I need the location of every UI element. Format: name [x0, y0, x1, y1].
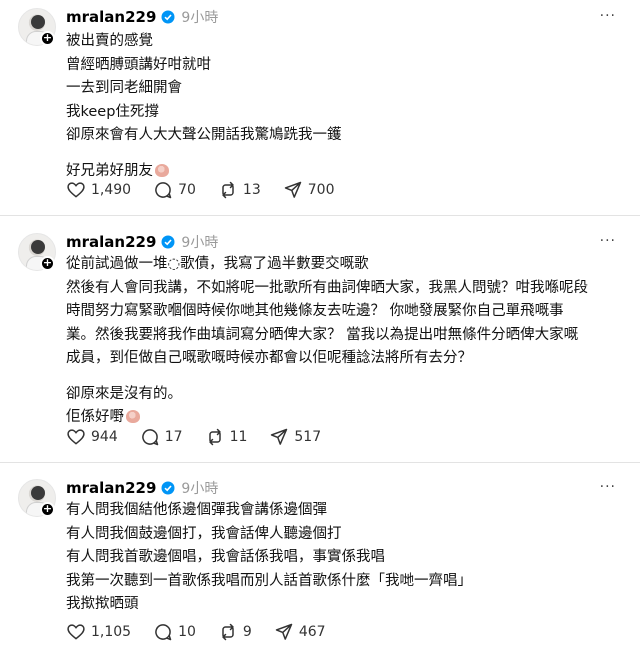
send-icon [271, 428, 288, 445]
post-line: 曾經晒膊頭講好咁就咁 [66, 56, 211, 73]
share-count: 700 [307, 182, 335, 198]
verified-icon [161, 235, 175, 249]
post-header: mralan229 9小時 [66, 232, 218, 252]
comment-count: 10 [178, 624, 196, 640]
username[interactable]: mralan229 [66, 233, 156, 251]
like-count: 1,105 [91, 624, 132, 640]
post-line: 我揿揿晒頭 [66, 596, 139, 612]
post-time: 9小時 [181, 235, 219, 251]
post-header: mralan229 9小時 [66, 478, 218, 498]
post-time: 9小時 [181, 10, 219, 26]
comment-button[interactable]: 17 [140, 427, 183, 447]
like-button[interactable]: 1,105 [66, 622, 131, 642]
username[interactable]: mralan229 [66, 8, 156, 26]
send-icon [275, 623, 293, 640]
share-count: 467 [298, 624, 326, 640]
post-line: 我keep住死撐 [66, 103, 159, 120]
post-text: 有人問我個結他係邊個彈我會講係邊個彈 有人問我個鼓邊個打，我會話俾人聽邊個打 有… [66, 499, 472, 617]
follow-plus-icon[interactable]: + [40, 31, 55, 46]
post-line: 業。然後我要將我作曲填詞寫分晒俾大家？ 當我以為提出咁無條件分晒俾大家嘅 [66, 326, 579, 343]
repost-icon [208, 428, 221, 446]
hands-emoji-icon [155, 163, 169, 177]
repost-icon [222, 181, 234, 199]
post-line: 好兄弟好朋友 [66, 162, 153, 179]
post-line: 有人問我首歌邊個唱，我會話係我唱，事實係我唱 [66, 549, 385, 565]
action-bar: 1,490 70 13 700 [66, 180, 356, 200]
more-icon[interactable]: ··· [600, 233, 616, 249]
repost-count: 11 [229, 429, 248, 445]
post: + mralan229 9小時 ··· 從前試過做一堆◌歌債，我寫了過半數要交嘅… [0, 216, 640, 462]
post: + mralan229 9小時 ··· 有人問我個結他係邊個彈我會講係邊個彈 有… [0, 463, 640, 652]
heart-icon [67, 624, 85, 640]
send-icon [284, 181, 301, 198]
post-line: 然後有人會同我講，不如將呢一批歌所有曲詞俾晒大家，我黑人問號？咁我喺呢段 [66, 279, 588, 296]
share-button[interactable]: 700 [283, 180, 335, 200]
like-button[interactable]: 1,490 [66, 180, 131, 200]
post-line: 有人問我個結他係邊個彈我會講係邊個彈 [66, 502, 327, 518]
comment-button[interactable]: 70 [153, 180, 196, 200]
post-text: 被出賣的感覺 曾經晒膊頭講好咁就咁 一去到同老細開會 我keep住死撐 卻原來會… [66, 30, 342, 183]
share-count: 517 [294, 429, 322, 445]
action-bar: 1,105 10 9 467 [66, 622, 348, 642]
comment-count: 17 [164, 429, 183, 445]
repost-icon [222, 623, 234, 641]
comment-icon [141, 429, 158, 446]
repost-button[interactable]: 11 [205, 427, 248, 447]
repost-count: 9 [242, 624, 252, 640]
post-line: 成員，到佢做自己嘅歌嘅時候亦都會以佢呢種諗法將所有去分？ [66, 350, 472, 366]
share-button[interactable]: 517 [269, 427, 321, 447]
verified-icon [161, 10, 175, 24]
repost-count: 13 [242, 182, 261, 198]
heart-icon [67, 429, 85, 445]
post-line: 我第一次聽到一首歌係我唱而別人話首歌係什麼「我哋一齊唱」 [66, 572, 472, 589]
follow-plus-icon[interactable]: + [40, 256, 55, 271]
post-line: 從前試過做一堆◌歌債，我寫了過半數要交嘅歌 [66, 256, 369, 272]
post: + mralan229 9小時 ··· 被出賣的感覺 曾經晒膊頭講好咁就咁 一去… [0, 0, 640, 215]
username[interactable]: mralan229 [66, 479, 156, 497]
more-icon[interactable]: ··· [600, 8, 616, 24]
heart-icon [67, 182, 85, 198]
repost-button[interactable]: 9 [218, 622, 252, 642]
post-line: 一去到同老細開會 [66, 80, 182, 96]
post-line: 卻原來會有人大大聲公開話我驚鳩跣我一鑊 [66, 127, 342, 143]
post-line: 時間努力寫緊歌嗰個時候你哋其他幾條友去咗邊？ 你哋發展緊你自己單飛嘅事 [66, 303, 564, 319]
like-count: 944 [91, 429, 118, 445]
post-time: 9小時 [181, 481, 219, 497]
hands-emoji-icon [126, 410, 140, 423]
post-line: 有人問我個鼓邊個打，我會話俾人聽邊個打 [66, 525, 342, 542]
post-line: 佢係好嘢 [66, 409, 124, 425]
verified-icon [161, 481, 175, 495]
comment-count: 70 [178, 182, 196, 198]
post-text: 從前試過做一堆◌歌債，我寫了過半數要交嘅歌 然後有人會同我講，不如將呢一批歌所有… [66, 253, 588, 430]
follow-plus-icon[interactable]: + [40, 502, 55, 517]
comment-icon [155, 182, 172, 199]
like-button[interactable]: 944 [66, 427, 118, 447]
repost-button[interactable]: 13 [218, 180, 261, 200]
share-button[interactable]: 467 [274, 622, 326, 642]
action-bar: 944 17 11 517 [66, 427, 343, 447]
comment-button[interactable]: 10 [153, 622, 196, 642]
more-icon[interactable]: ··· [600, 479, 616, 495]
post-line: 卻原來是沒有的。 [66, 385, 182, 402]
post-line: 被出賣的感覺 [66, 33, 153, 49]
comment-icon [155, 624, 172, 641]
like-count: 1,490 [91, 182, 132, 198]
post-header: mralan229 9小時 [66, 7, 218, 27]
